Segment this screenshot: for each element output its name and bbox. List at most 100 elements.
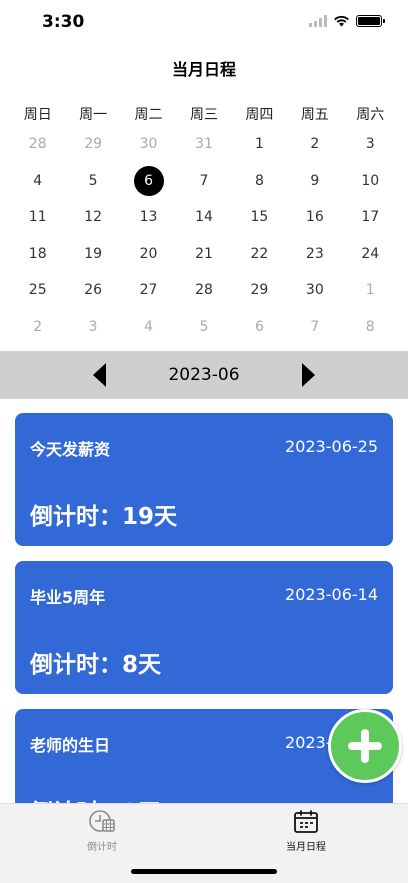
calendar-day[interactable]: 4	[121, 309, 176, 346]
calendar-day[interactable]: 13	[121, 199, 176, 236]
calendar-day[interactable]: 9	[287, 163, 342, 200]
calendar-day[interactable]: 5	[176, 309, 231, 346]
calendar-day[interactable]: 3	[65, 309, 120, 346]
calendar-day[interactable]: 25	[10, 272, 65, 309]
calendar-day[interactable]: 16	[287, 199, 342, 236]
calendar-day-number: 31	[195, 136, 213, 153]
weekday-label: 周三	[189, 107, 218, 123]
calendar-day[interactable]: 1	[232, 126, 287, 163]
calendar-day-number: 29	[250, 282, 269, 299]
calendar-day-number: 14	[195, 209, 213, 226]
event-countdown: 倒计时：19天	[30, 504, 178, 530]
calendar-day-number: 9	[310, 172, 320, 189]
calendar-day-number: 30	[139, 136, 158, 153]
calendar-day[interactable]: 15	[232, 199, 287, 236]
calendar-day[interactable]: 7	[287, 309, 342, 346]
calendar-day-number: 5	[199, 318, 209, 335]
status-icons	[309, 15, 385, 27]
calendar-day-number: 16	[305, 209, 324, 226]
calendar-day[interactable]: 24	[343, 236, 398, 273]
tab-label: 当月日程	[286, 842, 326, 853]
calendar-day[interactable]: 21	[176, 236, 231, 273]
calendar-day[interactable]: 28	[10, 126, 65, 163]
event-countdown: 倒计时：3天	[30, 793, 161, 803]
add-event-button[interactable]	[328, 709, 402, 783]
calendar-day[interactable]: 29	[65, 126, 120, 163]
event-date: 2023-06-25	[285, 437, 378, 456]
event-card[interactable]: 毕业5周年 2023-06-14 倒计时：8天	[15, 561, 393, 694]
status-bar: 3:30	[0, 0, 408, 46]
calendar-day[interactable]: 19	[65, 236, 120, 273]
calendar-day-number: 23	[305, 245, 324, 262]
clock-calendar-icon	[89, 810, 115, 832]
calendar-day-number: 25	[28, 282, 47, 299]
calendar-day[interactable]: 29	[232, 272, 287, 309]
calendar-day-number: 12	[84, 209, 103, 226]
calendar-day[interactable]: 18	[10, 236, 65, 273]
calendar-day-number: 6	[254, 318, 264, 335]
calendar-day-number: 4	[33, 172, 43, 189]
calendar-day-number: 20	[139, 245, 158, 262]
calendar-day[interactable]: 10	[343, 163, 398, 200]
calendar-day[interactable]: 7	[176, 163, 231, 200]
calendar-day-number: 28	[28, 136, 47, 153]
calendar-day-number: 8	[365, 318, 375, 335]
calendar-day[interactable]: 27	[121, 272, 176, 309]
calendar-day[interactable]: 8	[343, 309, 398, 346]
calendar-week-row: 25 26 27 28 29 30 1	[10, 272, 398, 309]
calendar-week-row: 2 3 4 5 6 7 8	[10, 309, 398, 346]
calendar-day[interactable]: 23	[287, 236, 342, 273]
tab-monthly-schedule[interactable]: 当月日程	[246, 808, 366, 853]
calendar-day-number: 30	[305, 282, 324, 299]
calendar-day-number: 3	[88, 318, 98, 335]
calendar-day-number: 7	[199, 172, 209, 189]
weekday-label: 周二	[134, 107, 163, 123]
calendar-day[interactable]: 20	[121, 236, 176, 273]
battery-icon	[356, 15, 385, 27]
calendar-day[interactable]: 30	[121, 126, 176, 163]
event-card[interactable]: 今天发薪资 2023-06-25 倒计时：19天	[15, 413, 393, 546]
calendar-day[interactable]: 2	[287, 126, 342, 163]
calendar-day[interactable]: 26	[65, 272, 120, 309]
calendar-day-number: 6	[133, 165, 164, 196]
calendar-day[interactable]: 22	[232, 236, 287, 273]
calendar-day-number: 11	[28, 209, 47, 226]
calendar-day[interactable]: 17	[343, 199, 398, 236]
calendar-day-number: 3	[365, 136, 375, 153]
calendar-day-number: 15	[250, 209, 269, 226]
status-time: 3:30	[42, 12, 85, 32]
calendar-day-number: 1	[365, 282, 375, 299]
weekday-label: 周五	[300, 107, 329, 123]
calendar-day[interactable]: 12	[65, 199, 120, 236]
tab-label: 倒计时	[87, 842, 117, 853]
calendar-day-number: 26	[84, 282, 103, 299]
calendar-day[interactable]: 31	[176, 126, 231, 163]
calendar-day[interactable]: 3	[343, 126, 398, 163]
calendar-day[interactable]: 2	[10, 309, 65, 346]
calendar-day[interactable]: 8	[232, 163, 287, 200]
calendar-week-row: 11 12 13 14 15 16 17	[10, 199, 398, 236]
calendar-day-selected[interactable]: 6	[121, 163, 176, 200]
calendar-day-number: 22	[250, 245, 269, 262]
calendar-day-number: 29	[84, 136, 103, 153]
calendar-day[interactable]: 6	[232, 309, 287, 346]
calendar-day[interactable]: 5	[65, 163, 120, 200]
page-title: 当月日程	[171, 60, 236, 79]
calendar-grid: 28 29 30 31 1 2 3 4 5 6 7 8 9 10 11 12 13 14 15 16 17 18 19 20 2…	[10, 126, 398, 345]
tab-countdown[interactable]: 倒计时	[42, 808, 162, 853]
calendar-week-row: 18 19 20 21 22 23 24	[10, 236, 398, 273]
calendar-day-number: 27	[139, 282, 158, 299]
calendar-day[interactable]: 4	[10, 163, 65, 200]
calendar-day[interactable]: 30	[287, 272, 342, 309]
triangle-right-icon[interactable]	[302, 363, 315, 387]
calendar-day-number: 10	[361, 172, 380, 189]
calendar-day[interactable]: 14	[176, 199, 231, 236]
calendar-day[interactable]: 28	[176, 272, 231, 309]
calendar-day[interactable]: 11	[10, 199, 65, 236]
calendar-day-number: 17	[361, 209, 380, 226]
month-label: 2023-06	[168, 365, 240, 385]
weekday-label: 周日	[23, 107, 52, 123]
weekday-label: 周一	[79, 107, 108, 123]
calendar-day[interactable]: 1	[343, 272, 398, 309]
calendar-day-number: 5	[88, 172, 98, 189]
